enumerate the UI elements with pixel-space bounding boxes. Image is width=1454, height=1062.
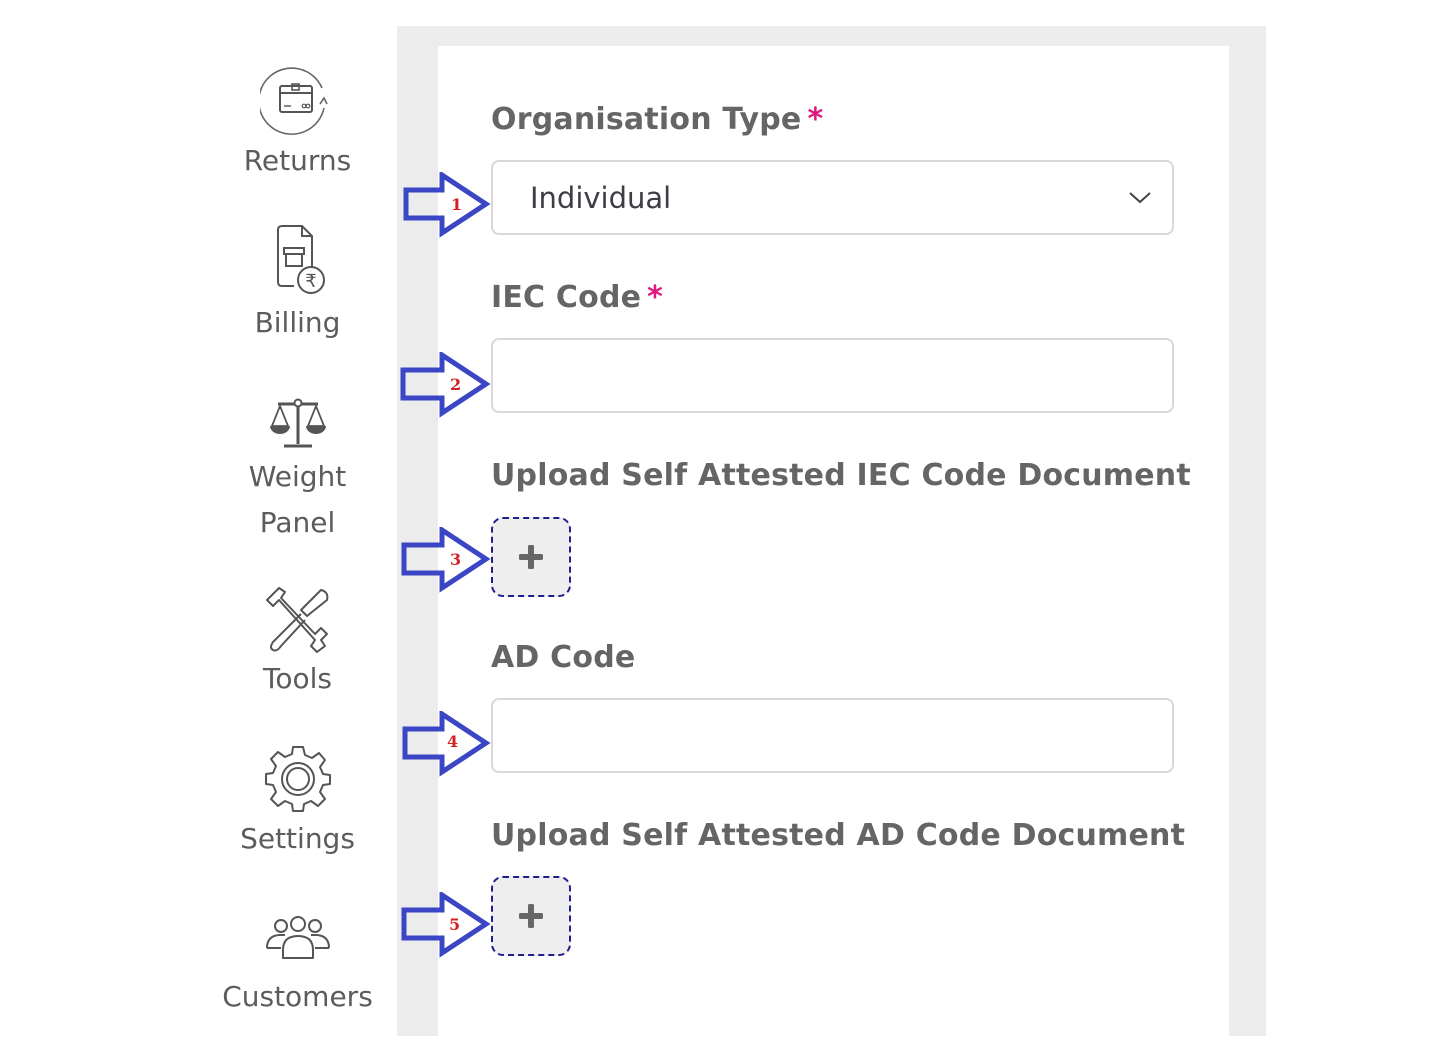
required-asterisk: * <box>647 280 664 315</box>
annotation-arrow-2: 2 <box>400 350 492 418</box>
right-arrow-icon <box>402 709 491 777</box>
sidebar-item-label: Returns <box>243 144 352 177</box>
organisation-type-label: Organisation Type * <box>491 102 823 137</box>
ad-document-label: Upload Self Attested AD Code Document <box>491 818 1186 853</box>
iec-document-upload-button[interactable] <box>491 517 571 597</box>
plus-icon <box>519 904 543 928</box>
annotation-number: 2 <box>450 375 462 394</box>
sidebar-item-label: Tools <box>263 662 332 695</box>
annotation-number: 4 <box>447 732 459 751</box>
annotation-number: 5 <box>449 915 461 934</box>
sidebar-item-settings[interactable]: Settings <box>200 744 395 862</box>
sidebar-item-billing[interactable]: ₹ Billing <box>200 222 395 346</box>
chevron-down-icon <box>1129 191 1151 203</box>
organisation-type-select[interactable]: Individual <box>491 160 1174 235</box>
organisation-type-label-text: Organisation Type <box>491 102 802 137</box>
sidebar-item-weight-panel[interactable]: Weight Panel <box>200 396 395 546</box>
sidebar-item-customers[interactable]: Customers <box>200 914 395 1020</box>
sidebar-item-returns[interactable]: Returns <box>200 64 395 184</box>
right-arrow-icon <box>401 525 491 593</box>
annotation-number: 1 <box>451 195 463 214</box>
sidebar-item-label: Weight <box>248 460 347 493</box>
sidebar-item-tools[interactable]: Tools <box>200 586 395 702</box>
annotation-number: 3 <box>450 550 462 569</box>
iec-code-input[interactable] <box>491 338 1174 413</box>
plus-icon <box>519 545 543 569</box>
annotation-arrow-4: 4 <box>400 709 492 777</box>
right-arrow-icon <box>401 890 491 958</box>
users-icon <box>265 916 330 959</box>
iec-document-label: Upload Self Attested IEC Code Document <box>491 458 1191 493</box>
sidebar-nav: Returns ₹ Billing Weight Panel Tools Set… <box>200 0 395 1062</box>
required-asterisk: * <box>807 102 824 137</box>
right-arrow-icon <box>400 350 491 418</box>
sidebar-item-label-line2: Panel <box>259 506 336 539</box>
ad-document-upload-button[interactable] <box>491 876 571 956</box>
iec-code-label-text: IEC Code <box>491 280 642 315</box>
ad-code-label: AD Code <box>491 640 636 675</box>
annotation-arrow-1: 1 <box>400 170 492 238</box>
organisation-type-value: Individual <box>530 180 672 215</box>
annotation-arrow-5: 5 <box>400 890 492 958</box>
annotation-arrow-3: 3 <box>400 525 492 593</box>
tools-icon <box>265 587 328 653</box>
sidebar-item-label: Billing <box>254 306 341 339</box>
right-arrow-icon <box>403 170 491 238</box>
returns-box-icon <box>259 67 328 135</box>
sidebar-item-label: Settings <box>240 822 355 855</box>
svg-text:₹: ₹ <box>305 271 316 292</box>
scale-icon <box>269 398 326 448</box>
ad-code-input[interactable] <box>491 698 1174 773</box>
gear-icon <box>264 746 331 812</box>
billing-invoice-icon: ₹ <box>276 225 325 294</box>
sidebar-item-label: Customers <box>222 980 373 1013</box>
iec-code-label: IEC Code * <box>491 280 663 315</box>
